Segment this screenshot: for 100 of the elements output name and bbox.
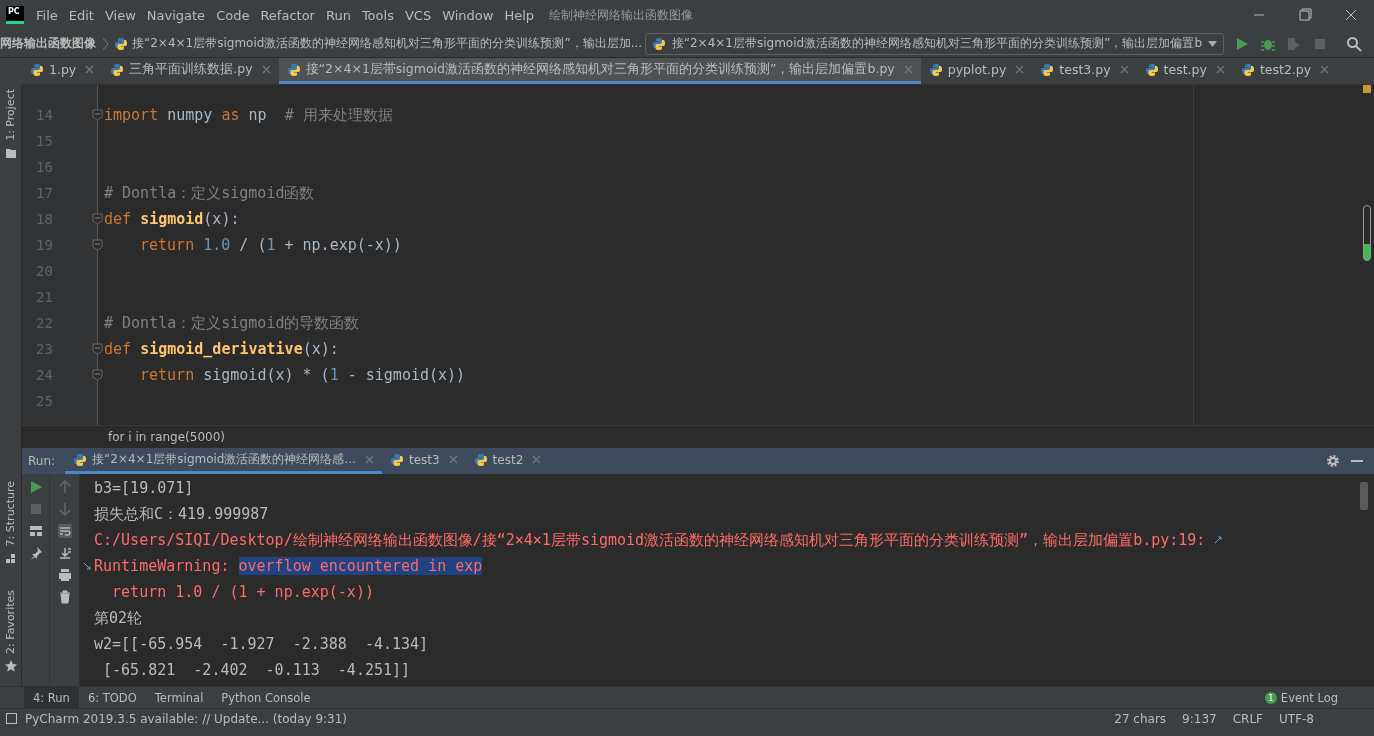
menu-item[interactable]: VCS xyxy=(404,7,432,23)
fold-icon[interactable] xyxy=(92,343,103,355)
tool-window-tab[interactable]: 4: Run xyxy=(24,687,79,708)
close-icon[interactable] xyxy=(1320,65,1330,74)
status-item[interactable]: 9:137 xyxy=(1182,711,1217,726)
tool-window-tab[interactable]: Python Console xyxy=(212,687,320,708)
fold-icon[interactable] xyxy=(92,213,103,225)
python-file-icon xyxy=(928,62,943,77)
python-file-icon xyxy=(73,452,88,467)
editor-tab[interactable]: 1.py xyxy=(22,58,103,84)
menu-item[interactable]: Edit xyxy=(68,7,94,23)
editor-tab[interactable]: test.py xyxy=(1136,58,1233,84)
status-item[interactable]: UTF-8 xyxy=(1279,711,1314,726)
structure-tool-tab[interactable]: 7: Structure xyxy=(4,476,17,551)
wrap-icon xyxy=(82,561,92,571)
scroll-to-end-icon[interactable] xyxy=(57,546,72,560)
settings-icon[interactable] xyxy=(1326,454,1340,468)
editor-tab[interactable]: 三角平面训练数据.py xyxy=(102,58,279,84)
window-title: 绘制神经网络输出函数图像 xyxy=(549,6,694,24)
code-line: return 1.0 / (1 + np.exp(-x)) xyxy=(140,235,402,256)
run-label: Run: xyxy=(28,454,56,468)
console-line: 损失总和C：419.999987 xyxy=(94,504,269,525)
print-icon[interactable] xyxy=(57,568,72,582)
python-file-icon xyxy=(473,452,488,467)
close-icon[interactable] xyxy=(903,65,913,74)
console-line: 第02轮 xyxy=(94,608,143,629)
close-icon[interactable] xyxy=(1015,65,1025,74)
menu-item[interactable]: Tools xyxy=(361,7,394,23)
breadcrumb-item[interactable]: 接“2×4×1层带sigmoid激活函数的神经网络感知机对三角形平面的分类训练预测”，输出层加... xyxy=(132,35,643,52)
close-icon[interactable] xyxy=(448,455,458,464)
editor-tab[interactable]: 接“2×4×1层带sigmoid激活函数的神经网络感知机对三角形平面的分类训练预测”，输出层加偏置b.py xyxy=(278,58,921,84)
console-line: w2=[[-65.954 -1.927 -2.388 -4.134] xyxy=(94,634,429,655)
stop-icon[interactable] xyxy=(28,502,43,516)
tool-window-tab[interactable]: Terminal xyxy=(145,687,213,708)
close-icon[interactable] xyxy=(364,455,374,464)
menu-item[interactable]: Window xyxy=(442,7,494,23)
code-line: # Dontla：定义sigmoid函数 xyxy=(104,183,315,204)
fold-icon[interactable] xyxy=(92,369,103,381)
scrollbar-thumb[interactable] xyxy=(1360,482,1368,510)
coverage-icon[interactable] xyxy=(1286,35,1302,52)
menu-item[interactable]: View xyxy=(104,7,136,23)
console-line: return 1.0 / (1 + np.exp(-x)) xyxy=(111,582,374,603)
run-tab[interactable]: test2 xyxy=(465,448,550,474)
panel-toggle-icon[interactable] xyxy=(6,713,17,724)
status-message[interactable]: PyCharm 2019.3.5 available: // Update... (today 9:31) xyxy=(25,711,348,726)
scrollbar-thumb[interactable] xyxy=(1363,205,1371,261)
status-item[interactable]: CRLF xyxy=(1232,711,1263,726)
console-line: RuntimeWarning: overflow encountered in exp xyxy=(94,556,483,577)
close-icon[interactable] xyxy=(261,65,271,74)
fold-icon[interactable] xyxy=(92,109,103,121)
wrap-icon xyxy=(1213,535,1224,545)
run-configuration-dropdown[interactable]: 接“2×4×1层带sigmoid激活函数的神经网络感知机对三角形平面的分类训练预测”，输出层加偏置b xyxy=(644,32,1224,55)
file-link[interactable]: C:/Users/SIQI/Desktop/绘制神经网络输出函数图像/接“2×4×1层带sigmoid激活函数的神经网络感知机对三角形平面的分类训练预测”，输出层加偏置b.py:19: xyxy=(94,527,1206,553)
menu-item[interactable]: Help xyxy=(504,7,535,23)
caret-icon xyxy=(1208,40,1217,47)
run-tab[interactable]: test3 xyxy=(381,448,466,474)
down-arrow-icon[interactable] xyxy=(57,502,72,516)
menu-item[interactable]: Navigate xyxy=(146,7,206,23)
rerun-icon[interactable] xyxy=(28,480,43,494)
editor-tab[interactable]: test2.py xyxy=(1232,58,1338,84)
code-breadcrumb[interactable]: for i in range(5000) xyxy=(108,430,225,444)
python-file-icon xyxy=(30,62,44,77)
python-file-icon xyxy=(1144,62,1159,77)
structure-icon xyxy=(4,552,17,565)
event-log-button[interactable]: 1 Event Log xyxy=(1264,690,1338,705)
python-file-icon xyxy=(110,62,125,77)
close-icon[interactable] xyxy=(532,455,542,464)
project-tool-tab[interactable]: 1: Project xyxy=(4,85,17,145)
play-icon[interactable] xyxy=(1234,35,1250,52)
close-icon[interactable] xyxy=(1215,65,1225,74)
warning-marker xyxy=(1363,85,1371,93)
code-line: # Dontla：定义sigmoid的导数函数 xyxy=(104,313,360,334)
code-line: def sigmoid_derivative(x): xyxy=(104,339,339,360)
trash-icon[interactable] xyxy=(57,590,72,604)
close-icon[interactable] xyxy=(85,65,95,74)
pin-icon[interactable] xyxy=(28,546,43,560)
code-line: import numpy as np # 用来处理数据 xyxy=(104,105,393,126)
soft-wrap-icon[interactable] xyxy=(57,524,72,538)
search-icon[interactable] xyxy=(1346,35,1362,52)
editor-tab[interactable]: pyplot.py xyxy=(920,58,1033,84)
status-item[interactable]: 27 chars xyxy=(1114,711,1167,726)
menu-item[interactable]: File xyxy=(36,7,58,23)
menu-item[interactable]: Refactor xyxy=(260,7,315,23)
favorites-tool-tab[interactable]: 2: Favorites xyxy=(4,586,17,658)
layout-icon[interactable] xyxy=(28,524,43,538)
python-file-icon xyxy=(389,452,404,467)
console-line: [-65.821 -2.402 -0.113 -4.251]] xyxy=(102,660,411,681)
star-icon xyxy=(4,660,17,672)
chevron-icon xyxy=(100,36,110,51)
menu-item[interactable]: Run xyxy=(325,7,351,23)
breadcrumb-item[interactable]: 网络输出函数图像 xyxy=(0,35,96,52)
menu-item[interactable]: Code xyxy=(216,7,250,23)
console-line: b3=[19.071] xyxy=(94,478,194,499)
code-line: def sigmoid(x): xyxy=(104,209,240,230)
close-icon[interactable] xyxy=(1119,65,1129,74)
tool-window-tab[interactable]: 6: TODO xyxy=(78,687,146,708)
fold-icon[interactable] xyxy=(92,239,103,251)
editor-tab[interactable]: test3.py xyxy=(1032,58,1137,84)
up-arrow-icon[interactable] xyxy=(57,480,72,494)
code-line: return sigmoid(x) * (1 - sigmoid(x)) xyxy=(140,365,466,386)
